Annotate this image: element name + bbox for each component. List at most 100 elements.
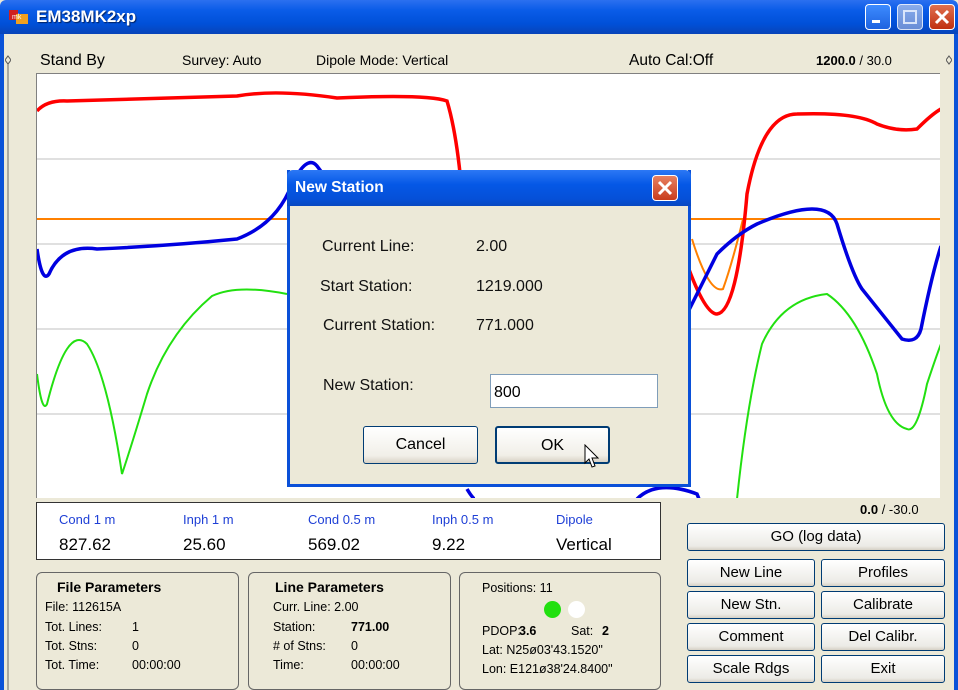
auto-cal-status: Auto Cal:Off	[629, 52, 714, 69]
close-button[interactable]	[929, 4, 955, 30]
scale-top: 1200.0 / 30.0	[816, 53, 892, 68]
file-name: File: 112615A	[45, 600, 122, 614]
reading-value: 9.22	[432, 535, 466, 554]
line-time-label: Time:	[273, 658, 304, 672]
station-value: 771.00	[351, 620, 390, 634]
gps-status-indicator-icon	[568, 601, 585, 618]
new-station-label: New Stn.	[720, 596, 782, 613]
start-station-value: 1219.000	[476, 278, 543, 295]
left-splitter-handle[interactable]	[5, 40, 11, 690]
calibrate-button[interactable]: Calibrate	[821, 591, 945, 619]
dipole-mode: Dipole Mode: Vertical	[316, 52, 449, 68]
gps-positions: Positions: 11	[482, 581, 553, 595]
new-station-input[interactable]: 800	[490, 374, 658, 408]
delete-calibration-label: Del Calibr.	[848, 628, 918, 645]
tot-stns-value: 0	[132, 639, 139, 653]
scale-bottom-min: / -30.0	[878, 502, 919, 517]
window-title: EM38MK2xp	[36, 7, 137, 26]
maximize-icon	[903, 10, 917, 24]
readings-panel: Cond 1 m Inph 1 m Cond 0.5 m Inph 0.5 m …	[36, 502, 661, 560]
close-icon	[657, 180, 673, 196]
new-station-label: New Station:	[323, 377, 414, 394]
num-stns-value: 0	[351, 639, 358, 653]
file-parameters-group: File Parameters File: 112615A Tot. Lines…	[36, 572, 239, 690]
exit-label: Exit	[870, 660, 896, 677]
reading-label: Dipole	[556, 512, 593, 527]
dialog-title: New Station	[295, 179, 384, 196]
comment-button[interactable]: Comment	[687, 623, 815, 651]
mouse-cursor-icon	[584, 444, 600, 468]
tot-lines-value: 1	[132, 620, 139, 634]
calibrate-label: Calibrate	[852, 596, 914, 613]
current-station-value: 771.000	[476, 317, 534, 334]
close-icon	[934, 9, 950, 25]
tot-time-label: Tot. Time:	[45, 658, 100, 672]
dialog-close-button[interactable]	[652, 175, 678, 201]
profiles-label: Profiles	[857, 564, 909, 581]
main-window: mk EM38MK2xp Stand By Survey: Auto Dipol…	[0, 0, 958, 690]
scale-bottom: 0.0 / -30.0	[860, 502, 919, 517]
delete-calibration-button[interactable]: Del Calibr.	[821, 623, 945, 651]
dialog-title-bar[interactable]: New Station	[287, 170, 691, 206]
scale-readings-button[interactable]: Scale Rdgs	[687, 655, 815, 683]
sat-label: Sat:	[571, 624, 594, 638]
reading-label: Cond 1 m	[59, 512, 116, 527]
reading-label: Inph 1 m	[183, 512, 234, 527]
survey-mode: Survey: Auto	[182, 52, 262, 68]
profiles-button[interactable]: Profiles	[821, 559, 945, 587]
reading-label: Inph 0.5 m	[432, 512, 494, 527]
new-line-label: New Line	[719, 564, 783, 581]
line-parameters-title: Line Parameters	[275, 579, 384, 595]
scale-readings-label: Scale Rdgs	[712, 660, 790, 677]
scale-bottom-max: 0.0	[860, 502, 879, 517]
reading-label: Cond 0.5 m	[308, 512, 376, 527]
gps-group: Positions: 11 PDOP: 3.6 Sat: 2 Lat: N25ø…	[459, 572, 661, 690]
pdop-value: 3.6	[519, 624, 537, 638]
cancel-button[interactable]: Cancel	[363, 426, 478, 464]
tot-stns-label: Tot. Stns:	[45, 639, 98, 653]
curr-line: Curr. Line: 2.00	[273, 600, 359, 614]
tot-lines-label: Tot. Lines:	[45, 620, 102, 634]
go-log-data-label: GO (log data)	[770, 528, 862, 545]
window-frame-left	[0, 34, 4, 690]
go-log-data-button[interactable]: GO (log data)	[687, 523, 945, 551]
minimize-icon	[872, 20, 880, 23]
reading-value: Vertical	[556, 535, 612, 554]
scale-top-max: 1200.0	[816, 53, 856, 68]
start-station-label: Start Station:	[320, 278, 413, 295]
new-line-button[interactable]: New Line	[687, 559, 815, 587]
gps-latitude: Lat: N25ø03'43.1520"	[482, 643, 603, 657]
current-station-label: Current Station:	[323, 317, 436, 334]
reading-value: 569.02	[308, 535, 360, 554]
line-parameters-group: Line Parameters Curr. Line: 2.00 Station…	[248, 572, 451, 690]
scale-top-min: / 30.0	[855, 53, 892, 68]
gps-fix-indicator-icon	[544, 601, 561, 618]
line-time-value: 00:00:00	[351, 658, 400, 672]
file-parameters-title: File Parameters	[57, 579, 162, 595]
series-blue-lower-segment	[465, 485, 701, 498]
gps-longitude: Lon: E121ø38'24.8400"	[482, 662, 613, 676]
new-station-button[interactable]: New Stn.	[687, 591, 815, 619]
svg-text:mk: mk	[12, 14, 22, 21]
tot-time-value: 00:00:00	[132, 658, 181, 672]
reading-value: 827.62	[59, 535, 111, 554]
title-bar[interactable]: mk EM38MK2xp	[0, 0, 958, 34]
ok-label: OK	[540, 437, 565, 454]
current-line-value: 2.00	[476, 238, 508, 255]
station-label: Station:	[273, 620, 316, 634]
pdop-label: PDOP:	[482, 624, 521, 638]
sat-value: 2	[602, 624, 609, 638]
num-stns-label: # of Stns:	[273, 639, 326, 653]
minimize-button[interactable]	[865, 4, 891, 30]
maximize-button[interactable]	[897, 4, 923, 30]
status-bar: Stand By Survey: Auto Dipole Mode: Verti…	[4, 34, 954, 74]
current-line-label: Current Line:	[322, 238, 415, 255]
right-splitter-handle[interactable]	[946, 40, 952, 690]
instrument-state: Stand By	[40, 52, 105, 69]
exit-button[interactable]: Exit	[821, 655, 945, 683]
comment-label: Comment	[718, 628, 784, 645]
em38-app-icon: mk	[9, 10, 28, 24]
reading-value: 25.60	[183, 535, 226, 554]
window-frame-right	[954, 34, 958, 690]
new-station-dialog: New Station Current Line: 2.00 Start Sta…	[287, 170, 691, 487]
